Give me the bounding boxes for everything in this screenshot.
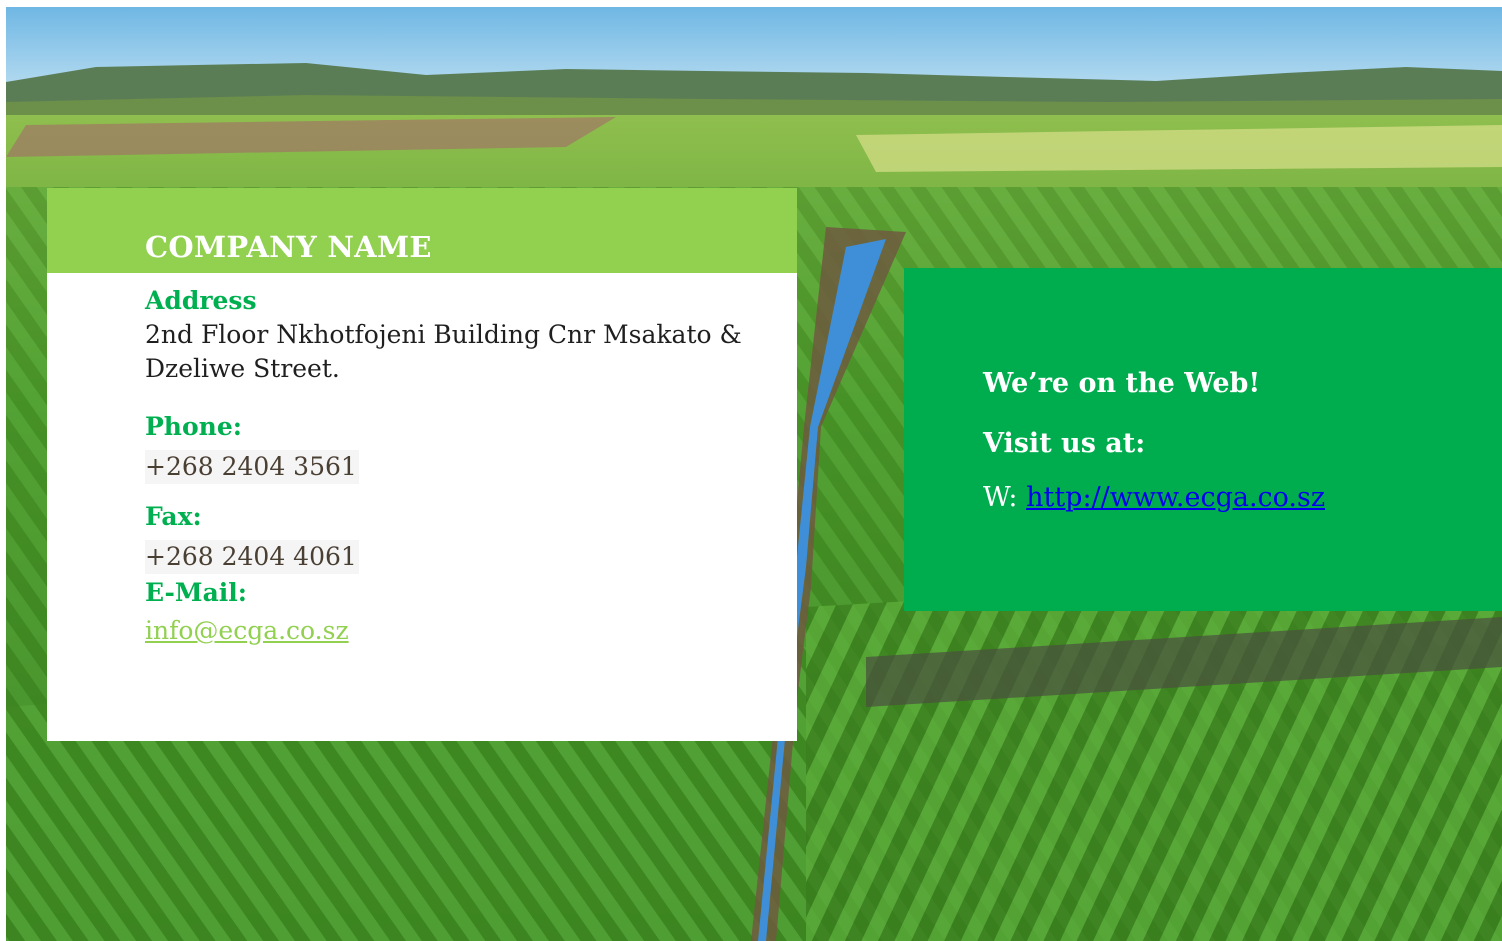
fax-row: +268 2404 4061 bbox=[145, 540, 765, 574]
email-label: E-Mail: bbox=[145, 578, 247, 607]
email-link[interactable]: info@ecga.co.sz bbox=[145, 616, 349, 645]
fax-value: +268 2404 4061 bbox=[145, 540, 359, 574]
company-name-heading: COMPANY NAME bbox=[145, 230, 432, 264]
website-prefix: W: bbox=[983, 482, 1027, 513]
address-value: 2nd Floor Nkhotfojeni Building Cnr Msaka… bbox=[145, 320, 742, 383]
web-details: We’re on the Web! Visit us at: W: http:/… bbox=[983, 366, 1325, 516]
contact-details: Address 2nd Floor Nkhotfojeni Building C… bbox=[145, 284, 765, 648]
contact-card-header: COMPANY NAME bbox=[47, 188, 797, 273]
phone-value: +268 2404 3561 bbox=[145, 450, 359, 484]
address-label: Address bbox=[145, 286, 257, 315]
brochure-page: COMPANY NAME Address 2nd Floor Nkhotfoje… bbox=[6, 7, 1502, 941]
fax-label: Fax: bbox=[145, 502, 202, 531]
web-info-card: We’re on the Web! Visit us at: W: http:/… bbox=[904, 268, 1502, 611]
email-row: info@ecga.co.sz bbox=[145, 614, 765, 648]
phone-row: +268 2404 3561 bbox=[145, 450, 765, 484]
web-heading: We’re on the Web! bbox=[983, 368, 1261, 399]
phone-label: Phone: bbox=[145, 412, 242, 441]
website-row: W: http://www.ecga.co.sz bbox=[983, 480, 1325, 516]
website-link[interactable]: http://www.ecga.co.sz bbox=[1026, 482, 1325, 513]
contact-info-card: COMPANY NAME Address 2nd Floor Nkhotfoje… bbox=[47, 188, 797, 741]
visit-us-label: Visit us at: bbox=[983, 428, 1146, 459]
